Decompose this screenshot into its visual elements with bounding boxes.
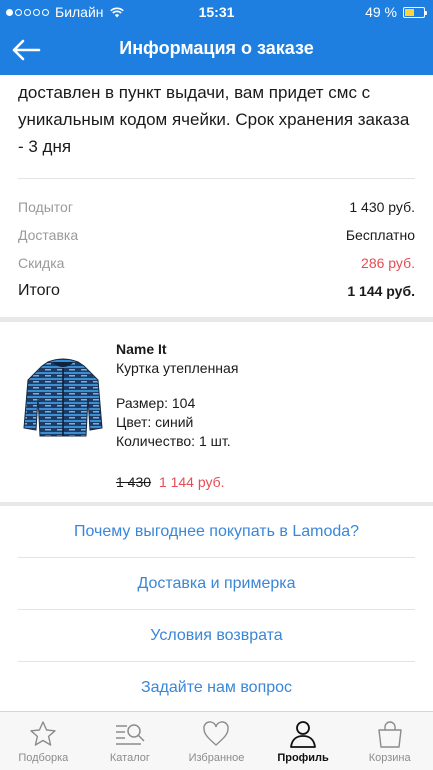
product-brand: Name It bbox=[116, 341, 167, 357]
order-details[interactable]: доставлен в пункт выдачи, вам придет смс… bbox=[0, 75, 433, 711]
product-card[interactable]: Name It Куртка утепленная Размер: 104 Цв… bbox=[0, 322, 433, 502]
battery-percent: 49 % bbox=[365, 4, 397, 20]
tab-profile[interactable]: Профиль bbox=[260, 712, 347, 770]
heart-icon bbox=[199, 718, 233, 750]
tab-label: Профиль bbox=[277, 752, 329, 764]
tab-label: Корзина bbox=[368, 752, 411, 764]
old-price: 1 430 bbox=[116, 474, 152, 490]
subtotal-value: 1 430 руб. bbox=[349, 199, 415, 215]
tab-cart[interactable]: Корзина bbox=[346, 712, 433, 770]
tab-label: Каталог bbox=[109, 752, 150, 764]
tab-label: Подборка bbox=[18, 752, 69, 764]
product-info: Name It Куртка утепленная Размер: 104 Цв… bbox=[116, 340, 239, 490]
order-summary: Подытог 1 430 руб. Доставка Бесплатно Ск… bbox=[0, 193, 433, 305]
star-icon bbox=[26, 718, 60, 750]
tab-podborka[interactable]: Подборка bbox=[0, 712, 87, 770]
tab-favorites[interactable]: Избранное bbox=[173, 712, 260, 770]
top-bar: Билайн 15:31 49 % Информация о заказе bbox=[0, 0, 433, 75]
total-label: Итого bbox=[18, 282, 60, 299]
discount-label: Скидка bbox=[18, 255, 65, 271]
cart-bag-icon bbox=[373, 718, 407, 750]
nav-bar: Информация о заказе bbox=[0, 24, 433, 75]
subtotal-row: Подытог 1 430 руб. bbox=[0, 193, 433, 221]
product-price: 1 430 1 144 руб. bbox=[116, 473, 238, 492]
product-image[interactable] bbox=[18, 354, 108, 444]
profile-icon bbox=[286, 718, 320, 750]
status-right: 49 % bbox=[365, 4, 427, 20]
battery-icon bbox=[403, 6, 427, 18]
return-policy-link[interactable]: Условия возврата bbox=[18, 610, 415, 662]
jacket-image-icon bbox=[23, 358, 103, 437]
tab-label: Избранное bbox=[188, 752, 245, 764]
product-size: Размер: 104 bbox=[116, 395, 196, 411]
product-name: Куртка утепленная bbox=[116, 360, 239, 376]
divider bbox=[18, 178, 415, 179]
discount-value: 286 руб. bbox=[361, 255, 415, 271]
info-links: Почему выгоднее покупать в Lamoda? Доста… bbox=[0, 506, 433, 711]
product-color: Цвет: синий bbox=[116, 414, 194, 430]
delivery-label: Доставка bbox=[18, 227, 79, 243]
delivery-note: доставлен в пункт выдачи, вам придет смс… bbox=[18, 83, 410, 156]
page-title: Информация о заказе bbox=[119, 38, 314, 58]
status-bar: Билайн 15:31 49 % bbox=[0, 0, 433, 24]
why-lamoda-link[interactable]: Почему выгоднее покупать в Lamoda? bbox=[18, 506, 415, 558]
delivery-row: Доставка Бесплатно bbox=[0, 221, 433, 249]
catalog-search-icon bbox=[113, 718, 147, 750]
delivery-fitting-link[interactable]: Доставка и примерка bbox=[18, 558, 415, 610]
tab-bar: Подборка Каталог Избранное Профиль Корзи… bbox=[0, 711, 433, 770]
product-quantity: Количество: 1 шт. bbox=[116, 433, 231, 449]
tab-catalog[interactable]: Каталог bbox=[87, 712, 174, 770]
discount-row: Скидка 286 руб. bbox=[0, 249, 433, 277]
total-row: Итого 1 144 руб. bbox=[0, 277, 433, 305]
subtotal-label: Подытог bbox=[18, 199, 73, 215]
ask-question-link[interactable]: Задайте нам вопрос bbox=[18, 662, 415, 711]
new-price: 1 144 руб. bbox=[158, 474, 225, 490]
delivery-value: Бесплатно bbox=[345, 227, 415, 243]
total-value: 1 144 руб. bbox=[347, 283, 415, 299]
